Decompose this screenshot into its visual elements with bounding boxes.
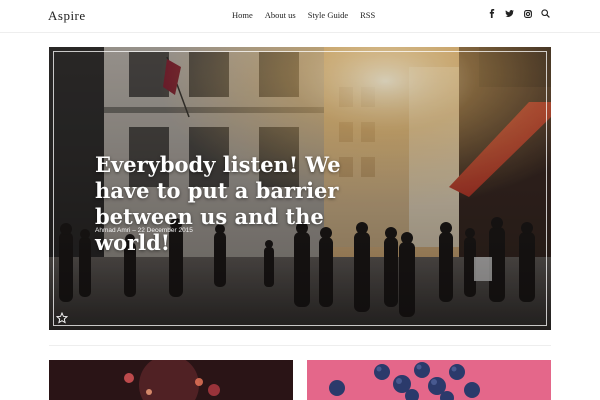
nav-item-home[interactable]: Home bbox=[232, 10, 253, 20]
social-icons bbox=[487, 9, 550, 18]
post-card[interactable] bbox=[307, 360, 551, 400]
post-card[interactable] bbox=[49, 360, 293, 400]
header-divider bbox=[0, 32, 600, 33]
main-nav: Home About us Style Guide RSS bbox=[232, 10, 387, 20]
star-icon bbox=[55, 311, 69, 324]
section-divider bbox=[49, 345, 551, 346]
nav-item-about[interactable]: About us bbox=[265, 10, 296, 20]
city-lights-photo bbox=[49, 360, 293, 400]
facebook-icon[interactable] bbox=[487, 9, 496, 18]
blueberries-on-pink-photo bbox=[307, 360, 551, 400]
site-header: Aspire Home About us Style Guide RSS bbox=[0, 0, 600, 32]
search-icon[interactable] bbox=[541, 9, 550, 18]
twitter-icon[interactable] bbox=[505, 9, 514, 18]
post-meta: Ahmad Amri – 22 December 2015 bbox=[95, 227, 193, 234]
instagram-icon[interactable] bbox=[523, 9, 532, 18]
post-title[interactable]: Everybody listen! We have to put a barri… bbox=[95, 152, 365, 256]
site-logo[interactable]: Aspire bbox=[48, 8, 86, 24]
nav-item-style-guide[interactable]: Style Guide bbox=[308, 10, 348, 20]
nav-item-rss[interactable]: RSS bbox=[360, 10, 375, 20]
featured-post[interactable]: Everybody listen! We have to put a barri… bbox=[49, 47, 551, 330]
